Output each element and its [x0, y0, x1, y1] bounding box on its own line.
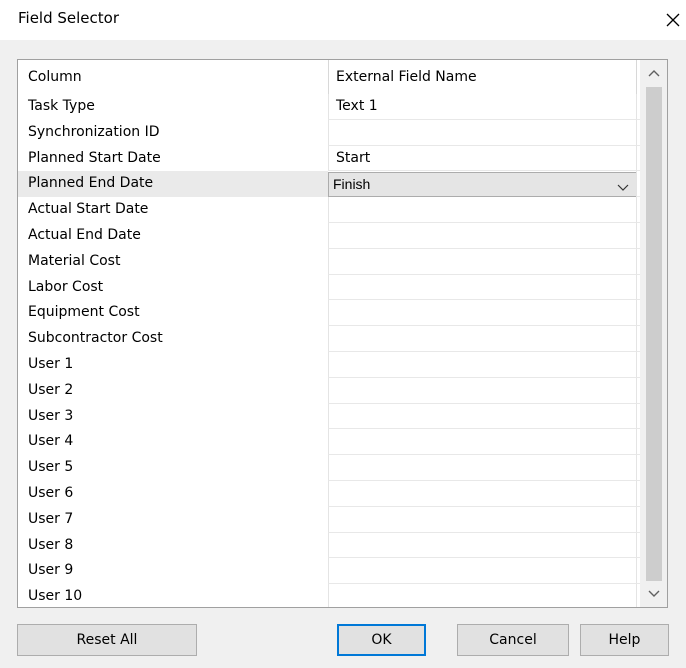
- column-name-cell[interactable]: Labor Cost: [18, 275, 328, 301]
- column-name-cell[interactable]: Planned End Date: [18, 171, 328, 198]
- external-field-cell[interactable]: [328, 429, 636, 456]
- scroll-thumb[interactable]: [646, 87, 662, 581]
- dropdown-selected-value: Finish: [333, 176, 371, 193]
- field-selector-dialog: Field Selector Column External Field Nam…: [0, 0, 686, 668]
- table-row[interactable]: Planned Start Date Start: [18, 145, 640, 172]
- table-row[interactable]: User 9: [18, 558, 640, 585]
- external-field-dropdown[interactable]: Finish: [328, 172, 637, 198]
- chevron-down-icon[interactable]: [616, 178, 630, 192]
- table-row[interactable]: Actual End Date: [18, 222, 640, 249]
- external-field-cell[interactable]: [328, 455, 636, 481]
- ok-button[interactable]: OK: [337, 624, 426, 656]
- external-field-cell[interactable]: [328, 351, 636, 378]
- external-field-cell[interactable]: [328, 558, 636, 585]
- column-header-external-field-name[interactable]: External Field Name: [328, 60, 636, 94]
- table-row[interactable]: Actual Start Date: [18, 197, 640, 223]
- table-row[interactable]: User 6: [18, 480, 640, 507]
- column-header-column[interactable]: Column: [18, 60, 328, 94]
- external-field-cell[interactable]: [328, 403, 636, 430]
- table-row[interactable]: User 7: [18, 506, 640, 533]
- external-field-cell[interactable]: [328, 377, 636, 404]
- column-name-cell[interactable]: User 3: [18, 404, 328, 430]
- scroll-up-arrow-icon[interactable]: [640, 60, 667, 86]
- table-row[interactable]: Labor Cost: [18, 274, 640, 301]
- table-row[interactable]: User 5: [18, 455, 640, 481]
- reset-all-button[interactable]: Reset All: [17, 624, 197, 656]
- table-row[interactable]: User 8: [18, 532, 640, 559]
- table-row[interactable]: User 10: [18, 584, 640, 607]
- field-mapping-grid: Column External Field Name Task Type Text…: [17, 59, 668, 608]
- external-field-cell[interactable]: [328, 222, 636, 249]
- column-name-cell[interactable]: User 9: [18, 558, 328, 584]
- column-name-cell[interactable]: User 5: [18, 455, 328, 481]
- table-row[interactable]: Planned End Date Finish: [18, 171, 640, 198]
- column-name-cell[interactable]: User 1: [18, 352, 328, 378]
- column-name-cell[interactable]: Synchronization ID: [18, 120, 328, 146]
- column-name-cell[interactable]: Planned Start Date: [18, 146, 328, 172]
- column-name-cell[interactable]: Actual Start Date: [18, 197, 328, 223]
- table-row[interactable]: Subcontractor Cost: [18, 326, 640, 352]
- column-name-cell[interactable]: Subcontractor Cost: [18, 326, 328, 352]
- external-field-cell[interactable]: [328, 197, 636, 223]
- external-field-cell[interactable]: [328, 248, 636, 275]
- table-row[interactable]: Synchronization ID: [18, 119, 640, 146]
- column-name-cell[interactable]: Actual End Date: [18, 223, 328, 249]
- column-name-cell[interactable]: User 10: [18, 584, 328, 607]
- scroll-down-arrow-icon[interactable]: [640, 581, 667, 607]
- help-button[interactable]: Help: [580, 624, 669, 656]
- table-row[interactable]: Material Cost: [18, 248, 640, 275]
- column-name-cell[interactable]: User 4: [18, 429, 328, 455]
- table-row[interactable]: User 3: [18, 403, 640, 430]
- dialog-title: Field Selector: [18, 9, 120, 27]
- header-divider: [636, 60, 637, 94]
- external-field-cell[interactable]: [328, 274, 636, 301]
- vertical-scrollbar[interactable]: [640, 60, 667, 607]
- table-row[interactable]: Equipment Cost: [18, 300, 640, 327]
- title-bar: Field Selector: [0, 0, 686, 40]
- grid-header: Column External Field Name: [18, 60, 640, 94]
- table-row[interactable]: User 2: [18, 377, 640, 404]
- column-name-cell[interactable]: User 2: [18, 378, 328, 404]
- external-field-cell[interactable]: [328, 300, 636, 327]
- external-field-cell[interactable]: [328, 326, 636, 352]
- external-field-cell[interactable]: [328, 532, 636, 559]
- column-name-cell[interactable]: User 8: [18, 533, 328, 559]
- external-field-cell[interactable]: [328, 480, 636, 507]
- table-row[interactable]: User 1: [18, 351, 640, 378]
- column-name-cell[interactable]: User 7: [18, 507, 328, 533]
- cancel-button[interactable]: Cancel: [457, 624, 569, 656]
- external-field-cell[interactable]: [328, 584, 636, 607]
- external-field-cell[interactable]: Text 1: [328, 94, 636, 120]
- column-name-cell[interactable]: User 6: [18, 481, 328, 507]
- external-field-cell[interactable]: Start: [328, 145, 636, 172]
- table-row[interactable]: User 4: [18, 429, 640, 456]
- grid-rows: Task Type Text 1 Synchronization ID Planned…: [18, 94, 640, 607]
- close-icon[interactable]: [660, 4, 686, 34]
- external-field-cell[interactable]: [328, 119, 636, 146]
- external-field-cell[interactable]: [328, 506, 636, 533]
- table-row[interactable]: Task Type Text 1: [18, 94, 640, 120]
- column-name-cell[interactable]: Material Cost: [18, 249, 328, 275]
- column-name-cell[interactable]: Task Type: [18, 94, 328, 120]
- column-name-cell[interactable]: Equipment Cost: [18, 300, 328, 326]
